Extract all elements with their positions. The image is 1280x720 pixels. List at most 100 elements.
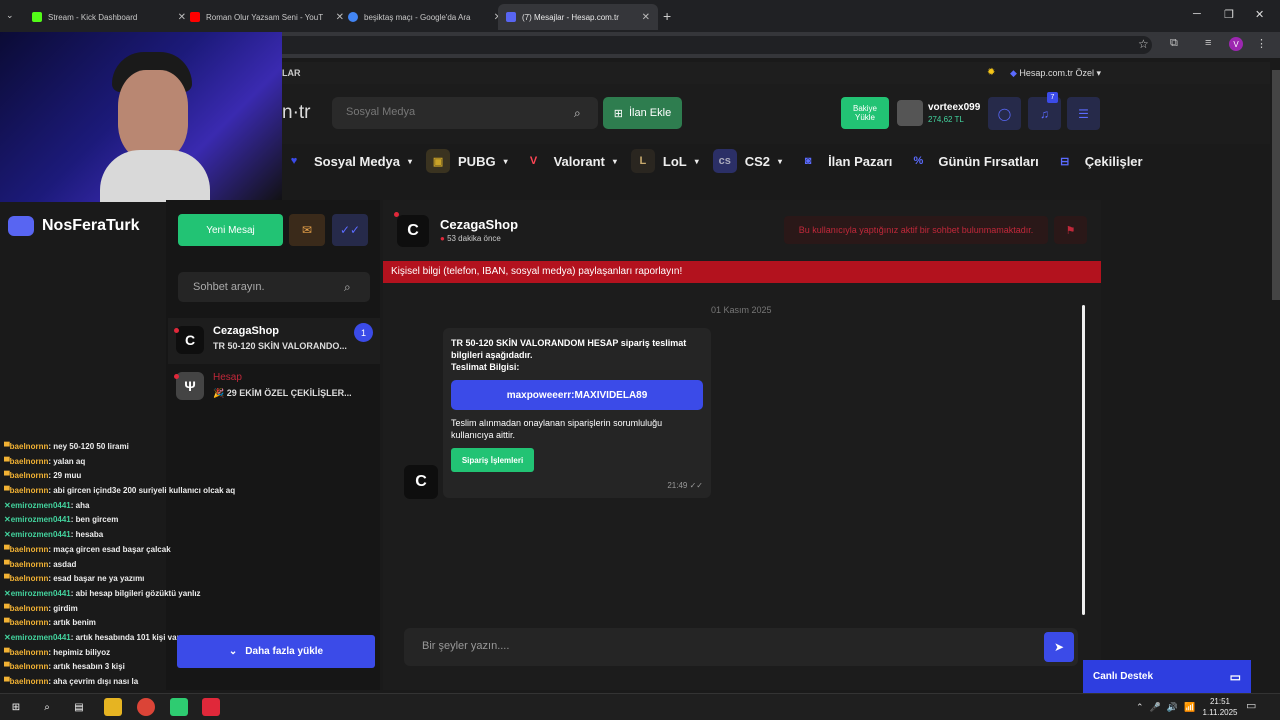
new-message-button[interactable]: Yeni Mesaj: [178, 214, 283, 246]
nav-label: PUBG: [458, 153, 496, 169]
browser-tab-youtube[interactable]: Roman Olur Yazsam Seni - YouT ✕: [182, 4, 352, 30]
chat-username: baelnornn: [9, 559, 49, 569]
mail-button[interactable]: ✉: [289, 214, 325, 246]
browser-tab-hesap[interactable]: (7) Mesajlar - Hesap.com.tr ✕: [498, 4, 658, 30]
messages-button[interactable]: ◯: [988, 97, 1021, 130]
site-logo[interactable]: n·tr: [282, 102, 311, 124]
user-avatar[interactable]: [897, 100, 923, 126]
tab-search-icon[interactable]: ⌄: [6, 10, 20, 22]
menu-button[interactable]: ☰: [1067, 97, 1100, 130]
chat-username: baelnornn: [9, 618, 49, 628]
nav-sosyal-medya[interactable]: ♥ Sosyal Medya ▾: [282, 149, 412, 173]
load-more-button[interactable]: ⌄ Daha fazla yükle: [177, 635, 375, 668]
username[interactable]: vorteex099: [928, 102, 980, 113]
system-tray-icons[interactable]: ⌃🎤🔊📶: [1136, 702, 1201, 713]
clock-time: 21:51: [1209, 697, 1231, 706]
nav-cekilisler[interactable]: ⊟ Çekilişler: [1053, 149, 1142, 173]
chat-header-avatar[interactable]: C: [397, 215, 429, 247]
nav-label: Valorant: [553, 153, 605, 169]
kick-app-icon[interactable]: [170, 698, 188, 716]
sword-badge-icon: ✕: [4, 530, 11, 540]
send-button[interactable]: ➤: [1044, 632, 1074, 662]
live-support-button[interactable]: Canlı Destek ▭: [1083, 660, 1251, 693]
offline-dot: [174, 374, 179, 379]
task-view-icon[interactable]: ▤: [70, 698, 88, 716]
privacy-warning-banner: Kişisel bilgi (telefon, IBAN, sosyal med…: [383, 261, 1101, 283]
windows-start-icon[interactable]: ⊞: [7, 698, 25, 716]
nav-gunun-firsatlari[interactable]: % Günün Fırsatları: [906, 149, 1038, 173]
delivery-info-code[interactable]: maxpoweeerr:MAXIVIDELA89: [451, 380, 703, 410]
nav-lol[interactable]: L LoL ▾: [630, 149, 699, 173]
chat-scrollbar[interactable]: [1082, 305, 1085, 615]
page-scrollbar[interactable]: [1272, 70, 1280, 300]
strip-right-label: Hesap.com.tr Özel: [1019, 68, 1094, 78]
minimize-icon[interactable]: ─: [1193, 8, 1201, 20]
conversation-item[interactable]: C CezagaShop TR 50-120 SKİN VALORANDO...…: [168, 318, 380, 364]
browser-tab-google[interactable]: beşiktaş maçı - Google'da Ara ✕: [340, 4, 510, 30]
taskbar-search-icon[interactable]: ⌕: [38, 698, 56, 716]
mark-read-button[interactable]: ✓✓: [332, 214, 368, 246]
tab-title: Roman Olur Yazsam Seni - YouT: [206, 12, 324, 22]
sword-badge-icon: ✕: [4, 500, 11, 510]
youtube-icon: [190, 12, 200, 22]
conversation-search-input[interactable]: Sohbet arayın.: [178, 272, 370, 302]
recording-app-icon[interactable]: [202, 698, 220, 716]
message-note: Teslim alınmadan onaylanan siparişlerin …: [451, 418, 663, 428]
order-actions-button[interactable]: Sipariş İşlemleri: [451, 448, 534, 472]
ilan-ekle-button[interactable]: ⊞ İlan Ekle: [603, 97, 682, 129]
hesap-avatar: Ψ: [176, 372, 204, 400]
message-input[interactable]: Bir şeyler yazın....: [404, 628, 1078, 666]
nav-valorant[interactable]: V Valorant ▾: [522, 149, 617, 173]
chat-username: baelnornn: [9, 603, 49, 613]
plus-square-icon: ⊞: [613, 107, 623, 120]
chat-text: ben gircem: [75, 515, 119, 525]
bakiye-label: Bakiye: [852, 104, 877, 113]
date-separator: 01 Kasım 2025: [711, 305, 772, 315]
tab-title: Stream - Kick Dashboard: [48, 12, 138, 22]
chat-text: artık hesabında 101 kişi var: [75, 632, 180, 642]
search-icon[interactable]: ⌕: [574, 106, 581, 121]
bookmark-star-icon[interactable]: ☆: [1138, 37, 1149, 51]
site-search-input[interactable]: Sosyal Medya: [332, 97, 598, 129]
clock[interactable]: 21:51 1.11.2025: [1200, 696, 1240, 718]
double-check-icon: ✓✓: [689, 481, 703, 490]
chat-username: baelnornn: [9, 662, 49, 672]
menu-icon[interactable]: ⋮: [1256, 37, 1267, 50]
file-explorer-icon[interactable]: [104, 698, 122, 716]
nav-ilan-pazari[interactable]: ◙ İlan Pazarı: [796, 149, 893, 173]
bakiye-yukle-button[interactable]: Bakiye Yükle: [841, 97, 889, 129]
nav-label: Sosyal Medya: [314, 153, 400, 169]
hesap-ozel-menu[interactable]: ◆ Hesap.com.tr Özel ▾: [1010, 68, 1101, 79]
nav-cs2[interactable]: cs CS2 ▾: [712, 149, 782, 173]
sun-icon[interactable]: ✹: [987, 67, 995, 78]
close-window-icon[interactable]: ✕: [1255, 8, 1264, 21]
offline-dot: [394, 212, 399, 217]
bell-icon: ♫: [1040, 106, 1049, 121]
search-icon[interactable]: ⌕: [344, 280, 351, 295]
profile-avatar[interactable]: V: [1229, 37, 1243, 51]
conversation-item[interactable]: Ψ Hesap 🎉 29 EKİM ÖZEL ÇEKİLİŞLER...: [168, 364, 380, 410]
chat-username: emirozmen0441: [10, 500, 71, 510]
browser-tab-kick[interactable]: Stream - Kick Dashboard ✕: [24, 4, 194, 30]
gift-icon: ⊟: [1060, 155, 1070, 168]
chat-text: aha: [75, 500, 90, 510]
close-icon[interactable]: ✕: [642, 12, 650, 23]
report-button[interactable]: ⚑: [1054, 216, 1087, 244]
message-time: 21:49: [667, 481, 688, 490]
chat-username: emirozmen0441: [10, 515, 71, 525]
nav-label: Günün Fırsatları: [938, 153, 1039, 169]
notifications-icon[interactable]: ▭: [1246, 699, 1256, 712]
maximize-icon[interactable]: ❐: [1224, 8, 1234, 21]
cs2-icon: cs: [712, 149, 737, 173]
chrome-icon[interactable]: [137, 698, 155, 716]
status-text: 53 dakika önce: [447, 234, 501, 243]
chat-text: artık hesabın 3 kişi: [53, 662, 125, 672]
nav-pubg[interactable]: ▣ PUBG ▾: [426, 149, 508, 173]
extensions-icon[interactable]: ⧉: [1170, 37, 1178, 50]
chat-contact-status: ● 53 dakika önce: [440, 234, 501, 243]
chat-contact-name[interactable]: CezagaShop: [440, 217, 518, 232]
new-tab-button[interactable]: +: [663, 8, 671, 24]
reading-list-icon[interactable]: ≡: [1205, 37, 1211, 49]
strip-left-text: LAR: [282, 68, 301, 78]
windows-taskbar: [0, 693, 1280, 720]
